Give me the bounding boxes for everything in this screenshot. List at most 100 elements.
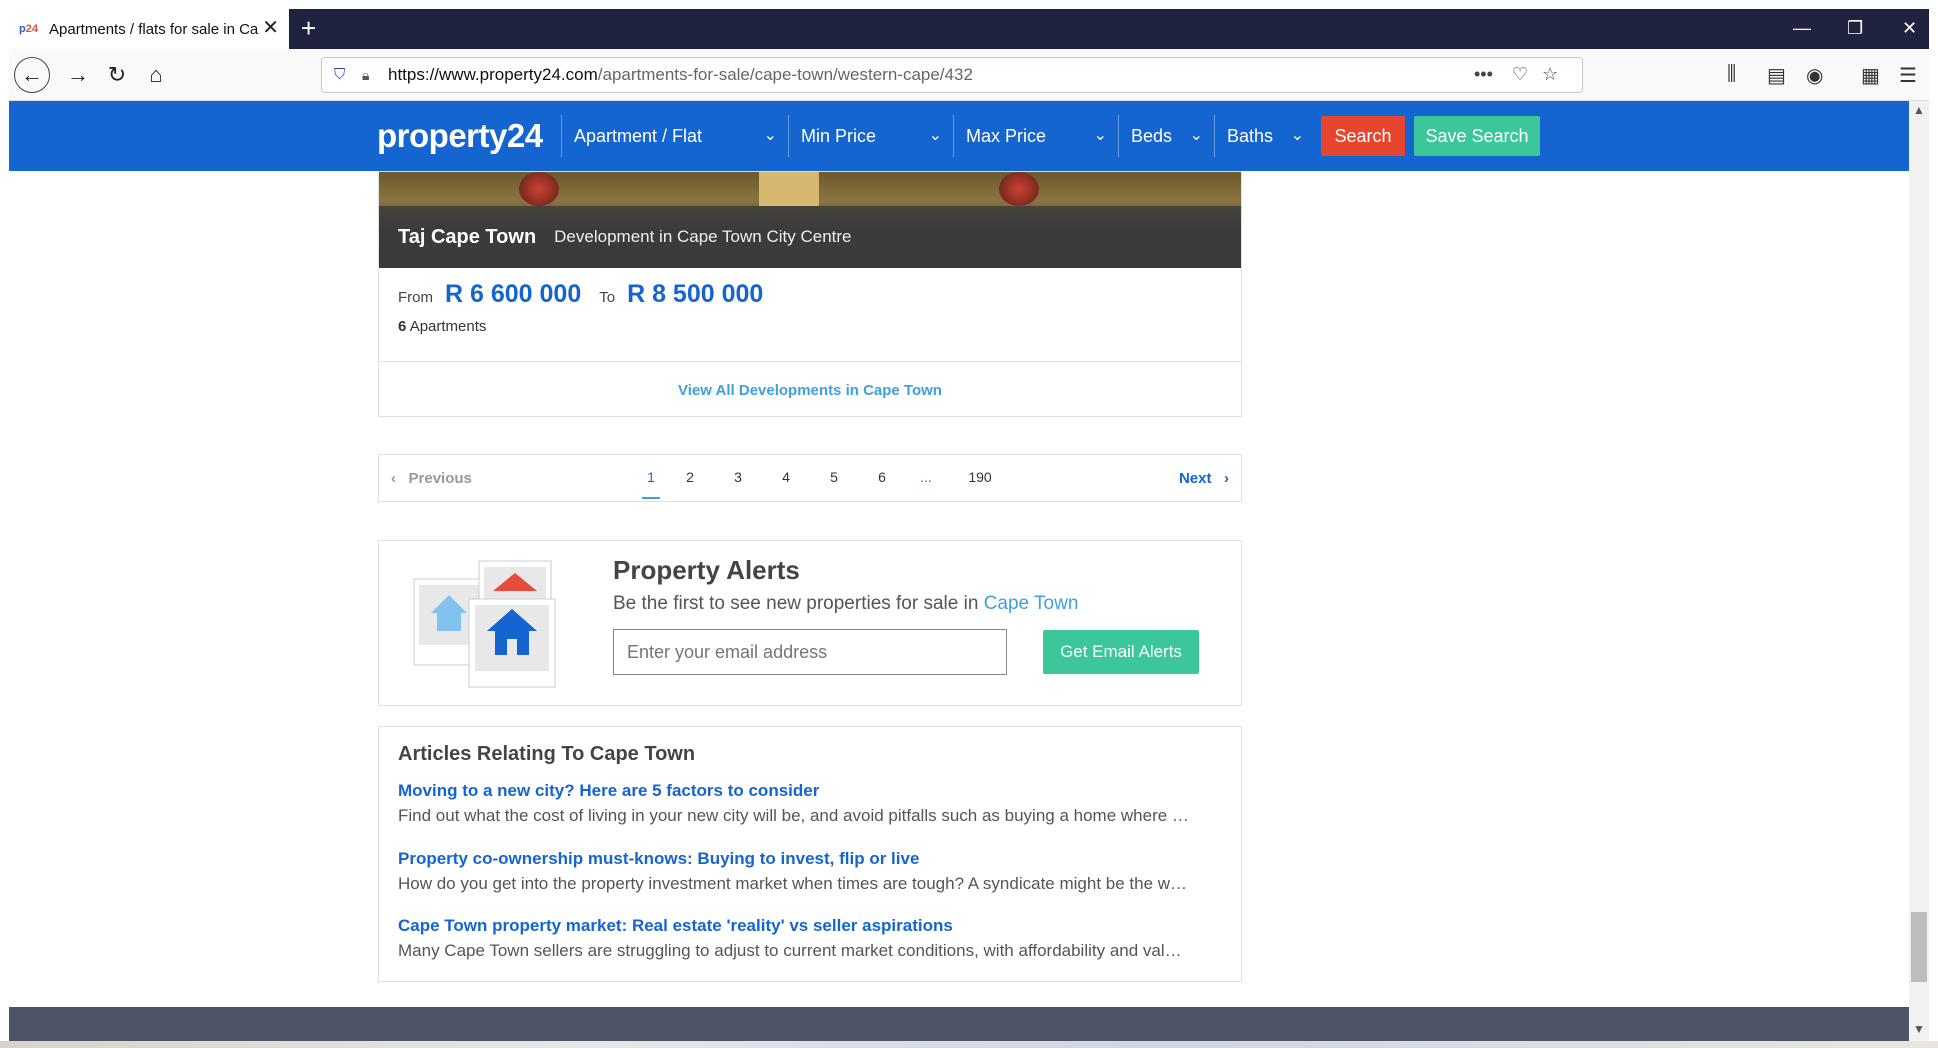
from-price: R 6 600 000 bbox=[445, 280, 582, 308]
article-description: How do you get into the property investm… bbox=[398, 874, 1188, 893]
tab-bar: p 24 Apartments / flats for sale in Ca ✕ … bbox=[9, 9, 1929, 49]
browser-tab[interactable]: p 24 Apartments / flats for sale in Ca ✕ bbox=[9, 9, 289, 49]
articles-heading: Articles Relating To Cape Town bbox=[398, 743, 696, 765]
articles-panel: Articles Relating To Cape Town Moving to… bbox=[378, 726, 1242, 982]
url-text[interactable]: https://www.property24.com/apartments-fo… bbox=[388, 65, 973, 85]
browser-window: p 24 Apartments / flats for sale in Ca ✕ … bbox=[0, 0, 1938, 1048]
tracking-shield-icon[interactable]: ⛉ bbox=[334, 66, 350, 84]
article-item: Property co-ownership must-knows: Buying… bbox=[398, 849, 1224, 894]
page-link[interactable]: 1 bbox=[639, 469, 663, 485]
minimize-icon[interactable]: — bbox=[1793, 17, 1811, 39]
pagination: ‹ Previous 1 2 3 4 5 6 ... 190 Next › bbox=[378, 454, 1242, 502]
chevron-right-icon: › bbox=[1224, 470, 1229, 487]
development-name[interactable]: Taj Cape Town bbox=[398, 226, 536, 249]
page-link[interactable]: 190 bbox=[962, 469, 998, 485]
photo-decoration bbox=[519, 172, 559, 206]
library-icon[interactable]: ⫼ bbox=[1727, 63, 1736, 86]
article-description: Many Cape Town sellers are struggling to… bbox=[398, 941, 1182, 960]
article-item: Moving to a new city? Here are 5 factors… bbox=[398, 781, 1224, 826]
article-description: Find out what the cost of living in your… bbox=[398, 806, 1189, 825]
chevron-down-icon: ⌄ bbox=[1290, 127, 1304, 144]
max-price-dropdown[interactable]: Max Price ⌄ bbox=[953, 115, 1117, 157]
property24-favicon-icon: p 24 bbox=[19, 23, 38, 35]
min-price-dropdown[interactable]: Min Price ⌄ bbox=[788, 115, 952, 157]
development-caption: Taj Cape Town Development in Cape Town C… bbox=[379, 206, 1241, 268]
view-all-developments-link[interactable]: View All Developments in Cape Town bbox=[379, 382, 1241, 399]
next-page-button[interactable]: Next › bbox=[1179, 470, 1229, 487]
sidebar-icon[interactable]: ▤ bbox=[1767, 63, 1786, 88]
photo-decoration bbox=[999, 172, 1039, 206]
pocket-icon[interactable]: ♡ bbox=[1512, 64, 1528, 85]
baths-label: Baths bbox=[1227, 125, 1274, 146]
page-link[interactable]: 3 bbox=[726, 469, 750, 485]
page-actions-icon[interactable]: ••• bbox=[1474, 64, 1493, 85]
article-title-link[interactable]: Moving to a new city? Here are 5 factors… bbox=[398, 781, 1224, 801]
baths-dropdown[interactable]: Baths ⌄ bbox=[1214, 115, 1314, 157]
chevron-down-icon: ⌄ bbox=[928, 127, 942, 144]
lock-icon[interactable]: 🔒︎ bbox=[362, 67, 376, 83]
scroll-down-icon[interactable]: ▼ bbox=[1909, 1022, 1929, 1040]
article-title-link[interactable]: Cape Town property market: Real estate '… bbox=[398, 916, 1224, 936]
site-footer bbox=[9, 1007, 1909, 1041]
location-link[interactable]: Cape Town bbox=[984, 593, 1079, 614]
bookmark-star-icon[interactable]: ☆ bbox=[1542, 64, 1558, 85]
to-price: R 8 500 000 bbox=[627, 280, 764, 308]
navigation-bar: ← → ↻ ⌂ ⛉ 🔒︎ https://www.property24.com/… bbox=[9, 49, 1929, 101]
property-alerts-illustration-icon bbox=[413, 560, 556, 688]
close-window-icon[interactable]: ✕ bbox=[1902, 17, 1917, 39]
development-photo[interactable]: Taj Cape Town Development in Cape Town C… bbox=[379, 172, 1241, 268]
photo-decoration bbox=[759, 172, 819, 206]
page-link[interactable]: 6 bbox=[870, 469, 894, 485]
forward-arrow-icon[interactable]: → bbox=[62, 59, 94, 91]
restore-icon[interactable]: ❐ bbox=[1847, 17, 1863, 39]
home-icon[interactable]: ⌂ bbox=[140, 59, 172, 91]
article-item: Cape Town property market: Real estate '… bbox=[398, 916, 1224, 961]
taskbar-strip bbox=[0, 1041, 1938, 1048]
apartment-count: 6 Apartments bbox=[398, 318, 487, 335]
page-scrollbar[interactable] bbox=[1909, 101, 1929, 1041]
search-button[interactable]: Search bbox=[1321, 116, 1405, 156]
page-link[interactable]: 2 bbox=[678, 469, 702, 485]
new-tab-icon[interactable]: + bbox=[301, 13, 316, 43]
max-price-label: Max Price bbox=[966, 125, 1047, 146]
development-type: Development in Cape Town City Centre bbox=[554, 227, 852, 246]
save-search-button[interactable]: Save Search bbox=[1414, 116, 1540, 156]
extensions-icon[interactable]: ▦ bbox=[1861, 63, 1880, 88]
scrollbar-thumb[interactable] bbox=[1911, 912, 1927, 982]
article-title-link[interactable]: Property co-ownership must-knows: Buying… bbox=[398, 849, 1224, 869]
price-range: From R 6 600 000 To R 8 500 000 bbox=[398, 280, 781, 309]
to-label: To bbox=[599, 289, 616, 306]
email-field[interactable] bbox=[613, 629, 1007, 675]
back-arrow-icon[interactable]: ← bbox=[14, 57, 50, 93]
menu-icon[interactable]: ☰ bbox=[1899, 63, 1917, 88]
tab-title: Apartments / flats for sale in Ca bbox=[49, 20, 259, 38]
min-price-label: Min Price bbox=[801, 125, 877, 146]
account-icon[interactable]: ◉ bbox=[1806, 63, 1823, 88]
divider bbox=[379, 361, 1241, 362]
active-page-indicator bbox=[642, 497, 660, 499]
scroll-up-icon[interactable]: ▲ bbox=[1909, 103, 1929, 121]
property-alerts-panel: Property Alerts Be the first to see new … bbox=[378, 540, 1242, 706]
beds-dropdown[interactable]: Beds ⌄ bbox=[1118, 115, 1213, 157]
property-type-label: Apartment / Flat bbox=[574, 125, 703, 146]
previous-page-button[interactable]: ‹ Previous bbox=[391, 470, 472, 487]
property-type-dropdown[interactable]: Apartment / Flat ⌄ bbox=[561, 115, 787, 157]
get-email-alerts-button[interactable]: Get Email Alerts bbox=[1043, 630, 1199, 674]
site-header: property24 Apartment / Flat ⌄ Min Price … bbox=[9, 101, 1909, 171]
chevron-down-icon: ⌄ bbox=[1189, 127, 1203, 144]
development-card[interactable]: Taj Cape Town Development in Cape Town C… bbox=[378, 171, 1242, 417]
chevron-down-icon: ⌄ bbox=[1093, 127, 1107, 144]
property24-logo[interactable]: property24 bbox=[377, 117, 543, 155]
page-link[interactable]: 4 bbox=[774, 469, 798, 485]
from-label: From bbox=[398, 289, 433, 306]
reload-icon[interactable]: ↻ bbox=[101, 59, 133, 91]
chevron-left-icon: ‹ bbox=[391, 470, 396, 487]
close-tab-icon[interactable]: ✕ bbox=[262, 18, 279, 38]
page-link[interactable]: 5 bbox=[822, 469, 846, 485]
url-bar[interactable]: ⛉ 🔒︎ https://www.property24.com/apartmen… bbox=[321, 57, 1583, 93]
property-alerts-subtitle: Be the first to see new properties for s… bbox=[613, 593, 1079, 614]
property-alerts-title: Property Alerts bbox=[613, 555, 800, 585]
chevron-down-icon: ⌄ bbox=[763, 127, 777, 144]
page-ellipsis: ... bbox=[920, 469, 932, 485]
beds-label: Beds bbox=[1131, 125, 1173, 146]
